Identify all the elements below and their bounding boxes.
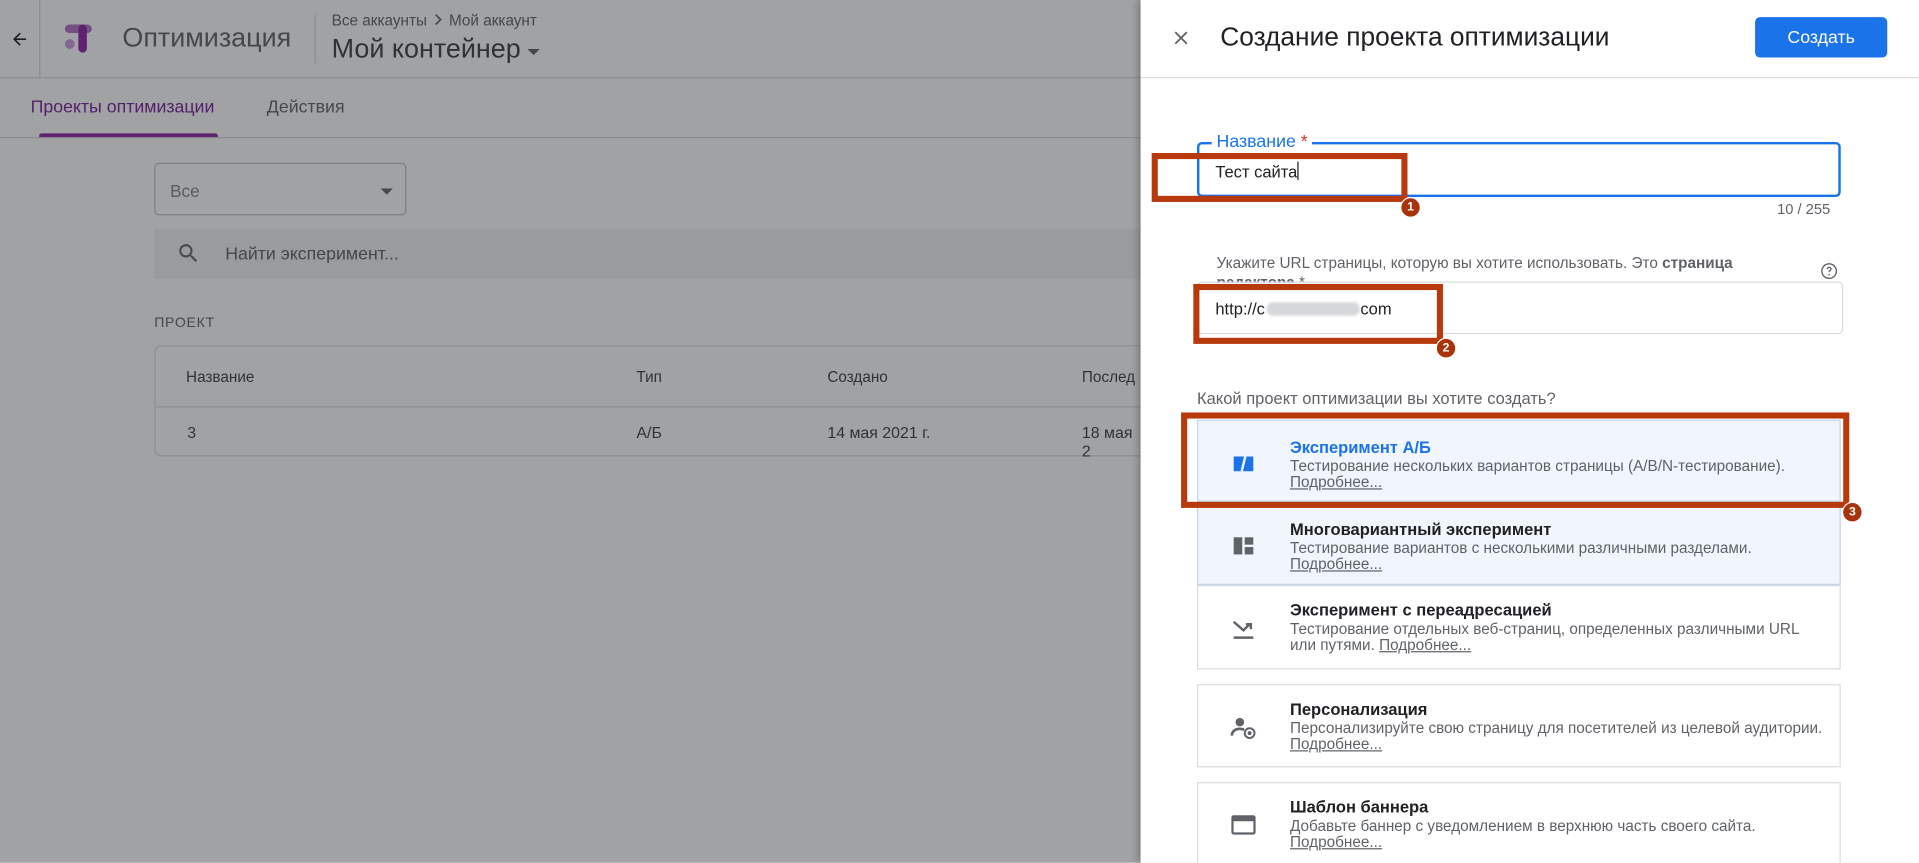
annotation-box: [1193, 283, 1443, 344]
project-type-question: Какой проект оптимизации вы хотите созда…: [1196, 389, 1556, 408]
option-title: Многовариантный эксперимент: [1289, 520, 1552, 539]
option-title: Шаблон баннера: [1289, 797, 1429, 817]
annotation-badge: 3: [1841, 501, 1863, 523]
option-title: Персонализация: [1289, 700, 1428, 719]
person-target-icon: [1230, 717, 1256, 739]
option-banner-template[interactable]: Шаблон баннера Добавьте баннер с уведомл…: [1196, 782, 1841, 863]
close-button[interactable]: [1165, 22, 1197, 54]
learn-more-link[interactable]: Подробнее...: [1290, 555, 1382, 572]
close-icon: [1174, 31, 1188, 45]
modal-scrim[interactable]: [0, 0, 1141, 863]
option-description: Тестирование вариантов с несколькими раз…: [1289, 539, 1752, 573]
annotation-badge: 2: [1435, 337, 1457, 359]
char-counter: 10 / 255: [1777, 200, 1831, 218]
dashboard-grid-icon: [1233, 537, 1254, 555]
create-button[interactable]: Создать: [1755, 17, 1888, 58]
annotation-box: [1181, 412, 1850, 508]
annotation-badge: 1: [1400, 197, 1421, 218]
name-label: Название *: [1211, 132, 1313, 152]
annotation-box: [1151, 152, 1408, 202]
option-title: Эксперимент с переадресацией: [1289, 600, 1552, 620]
banner-window-icon: [1231, 815, 1256, 835]
redirect-arrow-icon: [1232, 620, 1254, 639]
url-hint: Укажите URL страницы, которую вы хотите …: [1216, 254, 1733, 283]
option-redirect-experiment[interactable]: Эксперимент с переадресацией Тестировани…: [1196, 585, 1841, 670]
option-personalization[interactable]: Персонализация Персонализируйте свою стр…: [1196, 684, 1841, 768]
help-icon[interactable]: [1820, 262, 1838, 280]
option-description: Персонализируйте свою страницу для посет…: [1289, 719, 1823, 753]
option-multivariate-experiment[interactable]: Многовариантный эксперимент Тестирование…: [1196, 501, 1841, 586]
panel-title: Создание проекта оптимизации: [1220, 22, 1610, 52]
panel-header: Создание проекта оптимизации Создать: [1140, 0, 1919, 79]
learn-more-link[interactable]: Подробнее...: [1379, 636, 1471, 653]
option-description: Добавьте баннер с уведомлением в верхнюю…: [1289, 817, 1756, 850]
learn-more-link[interactable]: Подробнее...: [1290, 833, 1382, 850]
option-description: Тестирование отдельных веб-страниц, опре…: [1289, 620, 1799, 653]
learn-more-link[interactable]: Подробнее...: [1290, 735, 1382, 752]
